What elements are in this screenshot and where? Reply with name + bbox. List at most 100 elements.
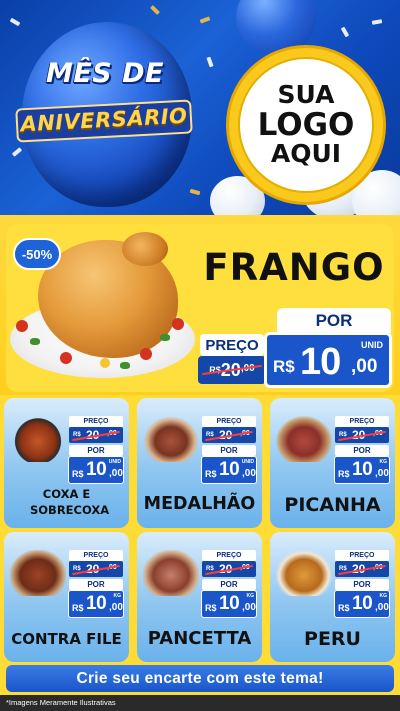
product-name: PERU [304, 628, 361, 650]
product-card: PREÇO R$ 20 ,00 POR R$ 10 ,00 UNID COXA … [4, 398, 129, 528]
new-price-cents: ,00 [109, 468, 123, 479]
new-price-cents: ,00 [109, 602, 123, 613]
new-price: R$ 10 ,00 UNID [264, 332, 392, 388]
contra-file-image [10, 550, 66, 596]
product-name: COXA E SOBRECOXA [30, 487, 110, 517]
old-price: R$ 20 ,00 [69, 561, 123, 577]
new-price-label: POR [335, 579, 389, 590]
hero-banner: MÊS DE ANIVERSÁRIO SUA LOGO AQUI [0, 0, 400, 215]
confetti-decoration [371, 19, 383, 25]
picanha-image [276, 416, 332, 462]
coxa-sobrecoxa-image [10, 416, 66, 462]
new-price: R$ 10 ,00 KG [334, 456, 390, 484]
old-price: R$ 20 ,00 [335, 427, 389, 443]
chicken-leg-image [122, 232, 168, 266]
new-price: R$ 10 ,00 KG [201, 590, 257, 618]
new-price-value: 10 [219, 459, 240, 480]
confetti-decoration [9, 17, 21, 27]
tomato-garnish [140, 348, 152, 360]
confetti-decoration [11, 147, 23, 157]
new-price-currency: R$ [338, 469, 350, 479]
new-price-currency: R$ [205, 469, 217, 479]
new-price: R$ 10 ,00 KG [334, 590, 390, 618]
product-name: CONTRA FILE [11, 630, 122, 648]
product-card: PREÇO R$ 20 ,00 POR R$ 10 ,00 KG PERU [270, 532, 395, 662]
new-price-unit: UNID [241, 459, 254, 465]
old-price-label: PREÇO [69, 550, 123, 561]
new-price-unit: UNID [108, 459, 121, 465]
new-price-value: 10 [86, 593, 107, 614]
new-price-currency: R$ [72, 603, 84, 613]
new-price-label: POR [202, 445, 256, 456]
old-price-label: PREÇO [69, 416, 123, 427]
confetti-decoration [199, 16, 211, 24]
logo-placeholder: SUA LOGO AQUI [238, 57, 374, 193]
old-price: R$ 20 ,00 [69, 427, 123, 443]
new-price-unit: KG [113, 593, 122, 599]
old-price-label: PREÇO [202, 416, 256, 427]
tomato-garnish [16, 320, 28, 332]
new-price-currency: R$ [205, 603, 217, 613]
featured-product-name: FRANGO [203, 246, 385, 289]
old-price-label: PREÇO [202, 550, 256, 561]
pancetta-image [143, 550, 199, 596]
product-card: PREÇO R$ 20 ,00 POR R$ 10 ,00 KG PICANHA [270, 398, 395, 528]
old-price: R$ 20 ,00 [198, 356, 266, 384]
flyer-page: MÊS DE ANIVERSÁRIO SUA LOGO AQUI -50% FR… [0, 0, 400, 711]
new-price-value: 10 [219, 593, 240, 614]
discount-badge: -50% [13, 238, 61, 270]
logo-text-line2: LOGO [257, 106, 355, 143]
product-name: PICANHA [284, 494, 381, 516]
new-price-value: 10 [352, 593, 373, 614]
hero-title-line1: MÊS DE [45, 58, 164, 89]
logo-text-line1: SUA [277, 80, 335, 110]
old-price: R$ 20 ,00 [202, 427, 256, 443]
herb-garnish [120, 362, 130, 369]
new-price-currency: R$ [72, 469, 84, 479]
new-price-cents: ,00 [351, 356, 378, 377]
herb-garnish [30, 338, 40, 345]
new-price-cents: ,00 [242, 468, 256, 479]
new-price: R$ 10 ,00 UNID [68, 456, 124, 484]
logo-text-line3: AQUI [270, 139, 342, 169]
product-card: PREÇO R$ 20 ,00 POR R$ 10 ,00 UNID MEDAL… [137, 398, 262, 528]
new-price-unit: KG [379, 459, 388, 465]
old-price-label: PREÇO [335, 416, 389, 427]
new-price-label: POR [202, 579, 256, 590]
new-price: R$ 10 ,00 KG [68, 590, 124, 618]
new-price-currency: R$ [338, 603, 350, 613]
confetti-decoration [189, 188, 201, 196]
footer-bar: *Imagens Meramente Ilustrativas [0, 695, 400, 711]
peru-image [276, 550, 332, 596]
new-price: R$ 10 ,00 UNID [201, 456, 257, 484]
create-flyer-button[interactable]: Crie seu encarte com este tema! [6, 665, 394, 692]
new-price-label: POR [69, 579, 123, 590]
new-price-value: 10 [86, 459, 107, 480]
new-price-cents: ,00 [375, 602, 389, 613]
medalhao-image [143, 416, 199, 462]
pepper-garnish [100, 358, 110, 368]
tomato-garnish [60, 352, 72, 364]
new-price-cents: ,00 [375, 468, 389, 479]
herb-garnish [160, 334, 170, 341]
new-price-currency: R$ [273, 357, 295, 376]
new-price-unit: UNID [361, 340, 383, 350]
new-price-label: POR [69, 445, 123, 456]
confetti-decoration [340, 26, 350, 38]
new-price-value: 10 [352, 459, 373, 480]
tomato-garnish [172, 318, 184, 330]
product-card: PREÇO R$ 20 ,00 POR R$ 10 ,00 KG CONTRA … [4, 532, 129, 662]
old-price: R$ 20 ,00 [335, 561, 389, 577]
old-price-label: PREÇO [200, 334, 264, 356]
product-name: PANCETTA [147, 628, 252, 649]
product-card: PREÇO R$ 20 ,00 POR R$ 10 ,00 KG PANCETT… [137, 532, 262, 662]
product-name: MEDALHÃO [143, 494, 256, 514]
old-price: R$ 20 ,00 [202, 561, 256, 577]
new-price-value: 10 [300, 341, 341, 383]
confetti-decoration [150, 5, 160, 15]
new-price-unit: KG [379, 593, 388, 599]
new-price-unit: KG [246, 593, 255, 599]
image-disclaimer: *Imagens Meramente Ilustrativas [6, 698, 116, 707]
new-price-cents: ,00 [242, 602, 256, 613]
new-price-label: POR [335, 445, 389, 456]
